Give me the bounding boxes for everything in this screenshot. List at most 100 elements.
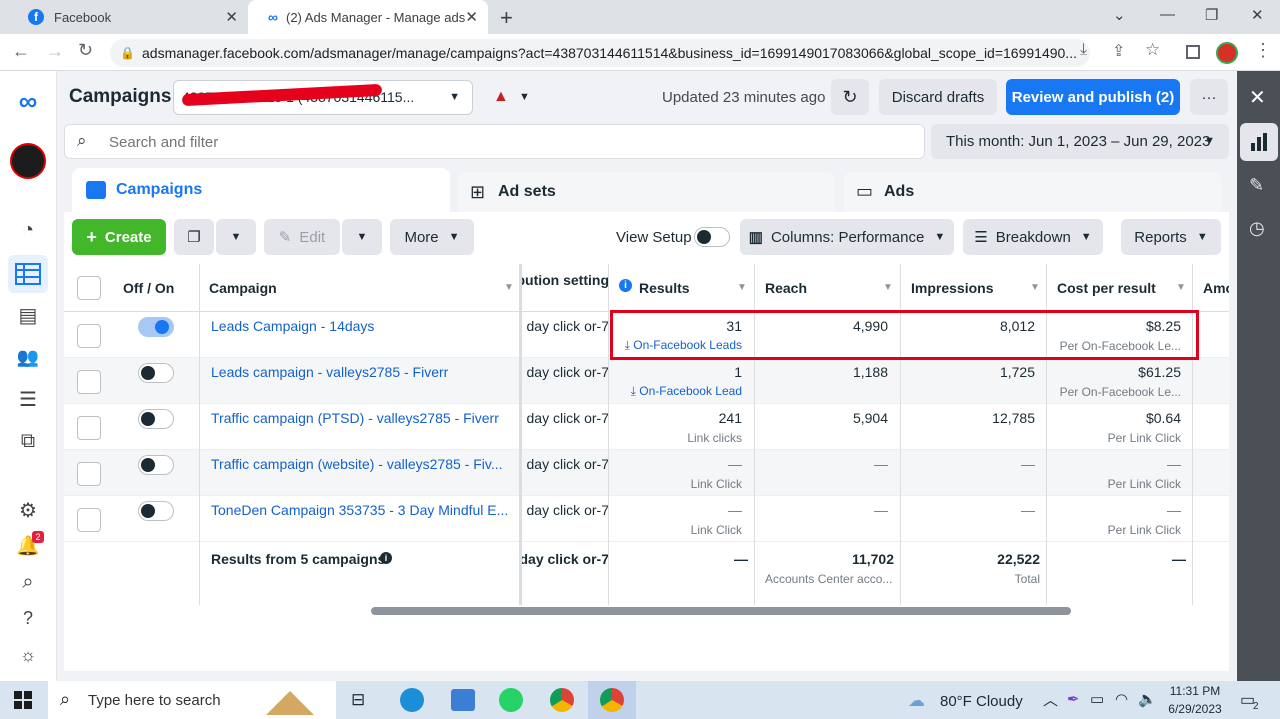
account-avatar[interactable] xyxy=(10,143,46,179)
tab-campaigns[interactable]: Campaigns xyxy=(72,168,450,212)
billing-icon[interactable]: ☰ xyxy=(14,385,42,413)
chrome-active-app[interactable] xyxy=(588,681,636,719)
tab-ads-manager[interactable]: ∞ (2) Ads Manager - Manage ads - ✕ xyxy=(248,0,488,34)
search-bar[interactable]: ⌕ xyxy=(64,124,925,159)
close-tab-icon[interactable]: ✕ xyxy=(225,8,238,26)
row-checkbox[interactable] xyxy=(77,416,101,440)
frozen-column-divider[interactable] xyxy=(519,264,522,605)
info-icon[interactable]: i xyxy=(380,552,392,564)
clock-time[interactable]: 11:31 PM xyxy=(1162,684,1228,698)
pen-icon[interactable]: ✒ xyxy=(1067,690,1080,708)
edge-icon[interactable] xyxy=(400,688,424,712)
col-campaign[interactable]: Campaign xyxy=(209,280,277,296)
file-explorer-icon[interactable] xyxy=(451,689,475,711)
campaign-toggle[interactable] xyxy=(138,409,174,429)
columns-button[interactable]: ▥ Columns: Performance ▼ xyxy=(740,219,954,255)
chevron-down-icon[interactable]: ⌄ xyxy=(1113,6,1126,24)
table-row[interactable]: Traffic campaign (PTSD) - valleys2785 - … xyxy=(64,404,1229,450)
duplicate-menu-button[interactable]: ▼ xyxy=(216,219,256,255)
more-menu-icon[interactable]: ⋮ xyxy=(1254,40,1272,61)
row-checkbox[interactable] xyxy=(77,324,101,348)
tab-ads[interactable]: ▭ Ads xyxy=(844,172,1221,212)
pages-icon[interactable]: ▤ xyxy=(14,301,42,329)
table-row[interactable]: ToneDen Campaign 353735 - 3 Day Mindful … xyxy=(64,496,1229,542)
sort-caret-icon[interactable]: ▼ xyxy=(737,282,747,293)
campaign-name-link[interactable]: ToneDen Campaign 353735 - 3 Day Mindful … xyxy=(211,502,508,518)
search-input[interactable] xyxy=(109,130,889,154)
col-amount-spent[interactable]: Amo xyxy=(1203,280,1229,296)
whatsapp-icon[interactable] xyxy=(499,688,523,712)
url-field[interactable]: 🔒 adsmanager.facebook.com/adsmanager/man… xyxy=(110,39,1090,67)
row-checkbox[interactable] xyxy=(77,508,101,532)
campaign-toggle[interactable] xyxy=(138,363,174,383)
tab-ad-sets[interactable]: ⊞ Ad sets xyxy=(458,172,835,212)
ad-account-selector[interactable]: 4387031446115 1 (4387031446115... ▼ xyxy=(173,80,473,115)
bookmark-star-icon[interactable]: ☆ xyxy=(1145,40,1160,60)
sort-caret-icon[interactable]: ▼ xyxy=(1176,282,1186,293)
close-tab-icon[interactable]: ✕ xyxy=(465,8,478,26)
tab-facebook[interactable]: f Facebook ✕ xyxy=(8,0,248,34)
restore-icon[interactable]: ❐ xyxy=(1205,6,1218,24)
view-setup-toggle[interactable] xyxy=(694,227,730,247)
sort-caret-icon[interactable]: ▼ xyxy=(1030,282,1040,293)
forward-icon[interactable]: → xyxy=(46,41,64,62)
col-reach[interactable]: Reach xyxy=(765,280,807,296)
campaign-toggle[interactable] xyxy=(138,317,174,337)
sort-caret-icon[interactable]: ▼ xyxy=(883,282,893,293)
sort-caret-icon[interactable]: ▼ xyxy=(504,282,514,293)
help-icon[interactable]: ? xyxy=(14,604,42,632)
back-icon[interactable]: ← xyxy=(12,41,30,62)
info-icon[interactable]: i xyxy=(619,279,632,292)
discard-drafts-button[interactable]: Discard drafts xyxy=(879,79,997,115)
catalog-icon[interactable]: ⧉ xyxy=(14,427,42,455)
refresh-button[interactable]: ↻ xyxy=(831,79,869,115)
charts-panel-button[interactable] xyxy=(1240,123,1278,161)
search-icon[interactable]: ⌕ xyxy=(14,568,42,596)
wifi-icon[interactable]: ◠ xyxy=(1115,690,1128,708)
clock-date[interactable]: 6/29/2023 xyxy=(1162,702,1228,716)
table-row[interactable]: Leads campaign - valleys2785 - Fiverr 7-… xyxy=(64,358,1229,404)
share-icon[interactable]: ⇪ xyxy=(1112,41,1125,61)
edit-pencil-icon[interactable]: ✎ xyxy=(1249,175,1264,196)
campaigns-nav-active[interactable] xyxy=(8,255,48,293)
more-options-button[interactable]: ··· xyxy=(1190,79,1228,115)
campaign-name-link[interactable]: Traffic campaign (PTSD) - valleys2785 - … xyxy=(211,410,499,426)
breakdown-button[interactable]: ☰ Breakdown ▼ xyxy=(963,219,1103,255)
row-checkbox[interactable] xyxy=(77,462,101,486)
profile-avatar[interactable] xyxy=(1216,42,1238,64)
meta-logo-icon[interactable]: ∞ xyxy=(14,86,42,116)
results-type-link[interactable]: ⤓ On-Facebook Lead xyxy=(619,384,742,399)
chrome-icon[interactable] xyxy=(550,688,574,712)
taskbar-search-box[interactable]: ⌕ Type here to search xyxy=(48,681,336,719)
col-results[interactable]: Results xyxy=(639,280,690,296)
chevron-up-icon[interactable]: ︿ xyxy=(1043,689,1058,710)
review-publish-button[interactable]: Review and publish (2) xyxy=(1006,79,1180,115)
select-all-checkbox[interactable] xyxy=(77,276,101,300)
row-checkbox[interactable] xyxy=(77,370,101,394)
battery-icon[interactable]: ▭ xyxy=(1090,690,1104,708)
warning-icon[interactable]: ▲ xyxy=(493,88,509,106)
new-tab-icon[interactable]: + xyxy=(500,5,513,31)
install-icon[interactable]: ⤓ xyxy=(1080,41,1087,59)
horizontal-scrollbar[interactable] xyxy=(371,607,1071,615)
col-cost-per-result[interactable]: Cost per result xyxy=(1057,280,1156,296)
task-view-icon[interactable]: ⊟ xyxy=(351,690,365,710)
col-impressions[interactable]: Impressions xyxy=(911,280,993,296)
side-panel-icon[interactable] xyxy=(1186,45,1200,59)
history-clock-icon[interactable]: ◷ xyxy=(1249,218,1265,239)
edit-menu-button[interactable]: ▼ xyxy=(342,219,382,255)
reload-icon[interactable]: ↻ xyxy=(78,40,93,61)
report-bug-icon[interactable]: ☼ xyxy=(14,641,42,669)
campaign-name-link[interactable]: Leads Campaign - 14days xyxy=(211,318,374,334)
table-row[interactable]: Traffic campaign (website) - valleys2785… xyxy=(64,450,1229,496)
campaign-name-link[interactable]: Traffic campaign (website) - valleys2785… xyxy=(211,456,503,472)
reports-button[interactable]: Reports ▼ xyxy=(1121,219,1221,255)
campaign-name-link[interactable]: Leads campaign - valleys2785 - Fiverr xyxy=(211,364,448,380)
duplicate-button[interactable]: ❐ xyxy=(174,219,214,255)
date-range-picker[interactable]: This month: Jun 1, 2023 – Jun 29, 2023 ▼ xyxy=(931,124,1229,159)
close-panel-icon[interactable]: ✕ xyxy=(1249,85,1266,110)
audiences-icon[interactable]: 👥 xyxy=(14,343,42,371)
windows-start-icon[interactable] xyxy=(14,691,32,709)
edit-button[interactable]: ✎ Edit xyxy=(264,219,340,255)
caret-down-icon[interactable]: ▼ xyxy=(519,91,530,103)
